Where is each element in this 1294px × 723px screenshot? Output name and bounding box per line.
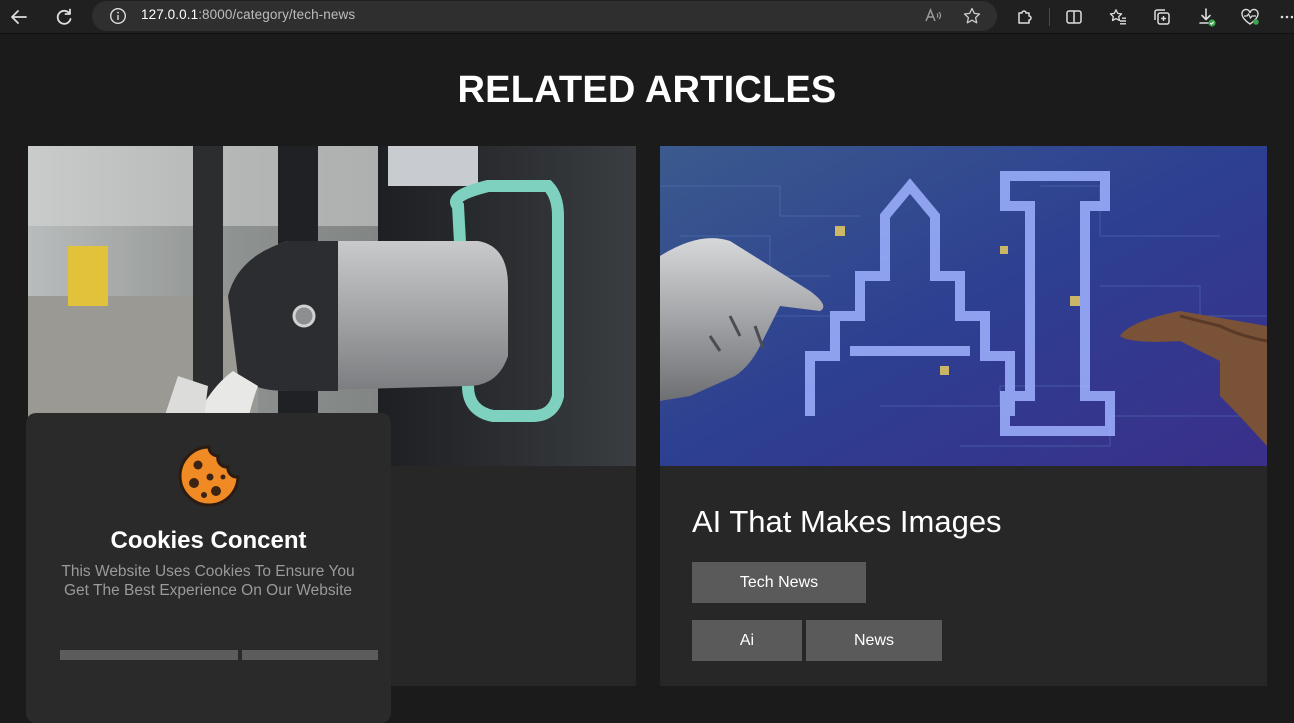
article-title[interactable]: AI That Makes Images (692, 504, 1002, 540)
extensions-icon[interactable] (1013, 5, 1037, 29)
page-content: RELATED ARTICLES AI That Makes Images Te… (0, 35, 1294, 723)
favorite-star-icon[interactable] (960, 4, 984, 28)
downloads-icon[interactable] (1195, 5, 1219, 29)
cookie-accept-button[interactable] (60, 650, 238, 660)
tag-ai[interactable]: Ai (692, 620, 802, 661)
url-path: :8000/category/tech-news (198, 7, 356, 22)
reload-icon[interactable] (51, 4, 77, 30)
cookie-description: This Website Uses Cookies To Ensure You … (61, 563, 355, 599)
cookie-consent-popup: Cookies Concent This Website Uses Cookie… (26, 413, 391, 723)
cookie-icon (176, 443, 242, 509)
article-card-ai-images[interactable]: AI That Makes Images Tech News Ai News (660, 146, 1267, 686)
section-title: RELATED ARTICLES (457, 69, 837, 111)
address-bar[interactable]: 127.0.0.1:8000/category/tech-news (92, 1, 997, 31)
read-aloud-icon[interactable] (921, 4, 945, 28)
tag-tech-news[interactable]: Tech News (692, 562, 866, 603)
article-image-ai-hands[interactable] (660, 146, 1267, 466)
cookie-decline-button[interactable] (242, 650, 378, 660)
favorites-list-icon[interactable] (1106, 5, 1130, 29)
browser-essentials-icon[interactable] (1238, 5, 1262, 29)
more-menu-icon[interactable] (1278, 5, 1294, 29)
split-screen-icon[interactable] (1062, 5, 1086, 29)
cookie-title: Cookies Concent (110, 527, 307, 554)
url-host: 127.0.0.1 (141, 7, 199, 22)
collections-icon[interactable] (1150, 5, 1174, 29)
toolbar-divider (1049, 8, 1050, 26)
back-arrow-icon[interactable] (6, 4, 32, 30)
url-text: 127.0.0.1:8000/category/tech-news (141, 7, 355, 22)
browser-toolbar: 127.0.0.1:8000/category/tech-news (0, 0, 1294, 34)
tag-news[interactable]: News (806, 620, 942, 661)
info-icon[interactable] (109, 7, 127, 25)
